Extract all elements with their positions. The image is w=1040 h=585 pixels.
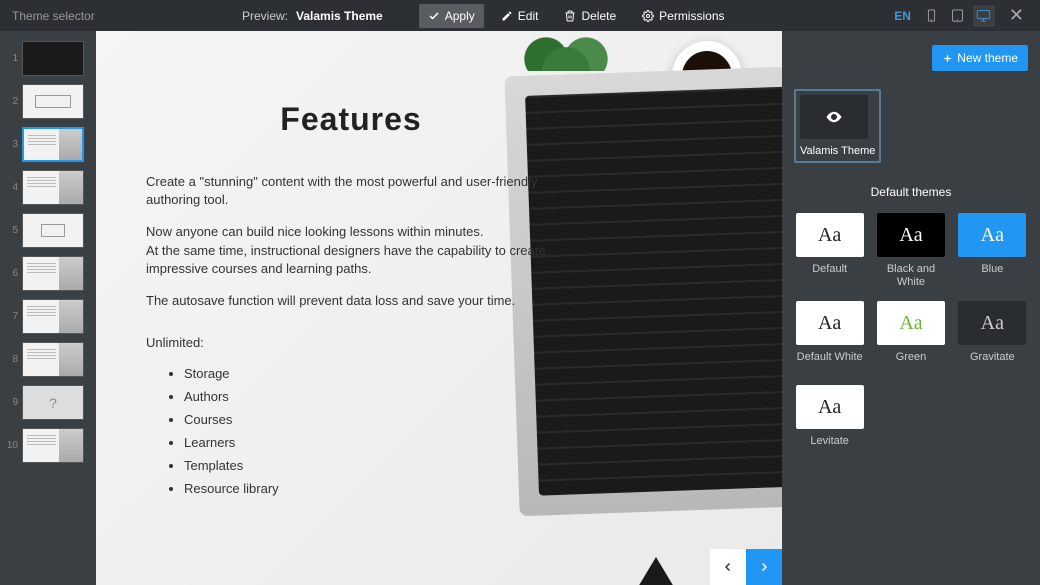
device-phone-button[interactable] (921, 5, 943, 27)
slide-nav (710, 549, 782, 585)
prev-slide-button[interactable] (710, 549, 746, 585)
slide-para-1: Create a "stunning" content with the mos… (146, 173, 556, 209)
feature-list-item: Learners (184, 435, 556, 450)
thumb-number: 1 (6, 53, 18, 64)
clip-decor (626, 545, 686, 585)
thumb-number: 8 (6, 354, 18, 365)
preview-prefix: Preview: (242, 9, 288, 23)
feature-list-item: Authors (184, 389, 556, 404)
thumb-number: 9 (6, 397, 18, 408)
thumb-number: 6 (6, 268, 18, 279)
feature-list: Storage Authors Courses Learners Templates Re… (184, 366, 556, 496)
topbar-right: EN ✕ (894, 5, 1028, 27)
chevron-right-icon (758, 561, 770, 573)
device-tablet-button[interactable] (947, 5, 969, 27)
new-theme-button[interactable]: New theme (932, 45, 1028, 71)
slide-thumbnail-1[interactable] (22, 41, 84, 76)
plus-icon (942, 53, 953, 64)
eye-icon (820, 108, 848, 126)
slide-thumbnail-10[interactable] (22, 428, 84, 463)
theme-item-blue[interactable]: Aa Blue (957, 213, 1028, 289)
slide-para-3: The autosave function will prevent data … (146, 292, 556, 310)
slide-thumbnail-9[interactable]: ? (22, 385, 84, 420)
theme-swatch: Aa (958, 301, 1026, 345)
theme-item-default[interactable]: Aa Default (794, 213, 865, 289)
default-themes-heading: Default themes (794, 185, 1028, 199)
next-slide-button[interactable] (746, 549, 782, 585)
topbar-center: Preview: Valamis Theme Apply Edit Delete… (242, 4, 894, 28)
check-icon (428, 10, 440, 22)
feature-list-item: Templates (184, 458, 556, 473)
feature-list-item: Courses (184, 412, 556, 427)
theme-item-black-and-white[interactable]: Aa Black and White (875, 213, 946, 289)
apply-label: Apply (445, 9, 475, 23)
apply-button[interactable]: Apply (419, 4, 484, 28)
theme-item-gravitate[interactable]: Aa Gravitate (957, 301, 1028, 373)
custom-theme-swatch (800, 95, 868, 139)
edit-button[interactable]: Edit (492, 4, 548, 28)
slide-title: Features (146, 101, 556, 138)
theme-swatch: Aa (796, 213, 864, 257)
slide-preview: Features Create a "stunning" content wit… (96, 31, 782, 585)
thumb-number: 7 (6, 311, 18, 322)
slide-thumbnail-5[interactable] (22, 213, 84, 248)
theme-swatch: Aa (958, 213, 1026, 257)
theme-item-green[interactable]: Aa Green (875, 301, 946, 373)
pencil-icon (501, 10, 513, 22)
theme-panel: New theme Valamis Theme Default themes A… (782, 31, 1040, 585)
close-icon: ✕ (1009, 5, 1024, 25)
close-button[interactable]: ✕ (1005, 5, 1028, 26)
theme-grid: Aa Default Aa Black and White Aa Blue Aa Defaul… (794, 213, 1028, 457)
app-title: Theme selector (12, 9, 242, 23)
theme-item-label: Blue (957, 263, 1028, 285)
slide-thumbnail-3[interactable] (22, 127, 84, 162)
thumb-number: 2 (6, 96, 18, 107)
thumb-number: 5 (6, 225, 18, 236)
chevron-left-icon (722, 561, 734, 573)
feature-list-item: Resource library (184, 481, 556, 496)
slide-para-2: Now anyone can build nice looking lesson… (146, 223, 556, 278)
theme-swatch: Aa (877, 213, 945, 257)
theme-item-label: Gravitate (957, 351, 1028, 373)
thumb-number: 4 (6, 182, 18, 193)
slide-thumbnail-6[interactable] (22, 256, 84, 291)
trash-icon (564, 10, 576, 22)
slide-thumbnail-4[interactable] (22, 170, 84, 205)
delete-button[interactable]: Delete (555, 4, 625, 28)
thumbnail-strip: 1 2 3 4 5 6 7 8 9? 10 (0, 31, 96, 585)
language-selector[interactable]: EN (894, 9, 911, 23)
custom-theme-item[interactable]: Valamis Theme (794, 89, 881, 163)
permissions-label: Permissions (659, 9, 724, 23)
topbar: Theme selector Preview: Valamis Theme Ap… (0, 0, 1040, 31)
desktop-icon (976, 8, 991, 23)
tablet-icon (950, 8, 965, 23)
new-theme-label: New theme (957, 51, 1018, 65)
theme-item-label: Levitate (794, 435, 865, 457)
phone-icon (924, 8, 939, 23)
theme-item-label: Green (875, 351, 946, 373)
slide-thumbnail-8[interactable] (22, 342, 84, 377)
slide-thumbnail-2[interactable] (22, 84, 84, 119)
theme-item-label: Default (794, 263, 865, 285)
delete-label: Delete (581, 9, 616, 23)
theme-swatch: Aa (796, 301, 864, 345)
gear-icon (642, 10, 654, 22)
thumb-number: 10 (6, 440, 18, 451)
theme-swatch: Aa (877, 301, 945, 345)
theme-item-label: Black and White (875, 263, 946, 289)
custom-theme-label: Valamis Theme (800, 145, 875, 157)
theme-item-default-white[interactable]: Aa Default White (794, 301, 865, 373)
thumb-number: 3 (6, 139, 18, 150)
device-desktop-button[interactable] (973, 5, 995, 27)
preview-theme-name: Valamis Theme (296, 9, 383, 23)
slide-content: Features Create a "stunning" content wit… (96, 31, 616, 544)
theme-swatch: Aa (796, 385, 864, 429)
slide-thumbnail-7[interactable] (22, 299, 84, 334)
theme-item-levitate[interactable]: Aa Levitate (794, 385, 865, 457)
permissions-button[interactable]: Permissions (633, 4, 733, 28)
theme-item-label: Default White (794, 351, 865, 373)
edit-label: Edit (518, 9, 539, 23)
feature-list-item: Storage (184, 366, 556, 381)
unlimited-label: Unlimited: (146, 334, 556, 352)
